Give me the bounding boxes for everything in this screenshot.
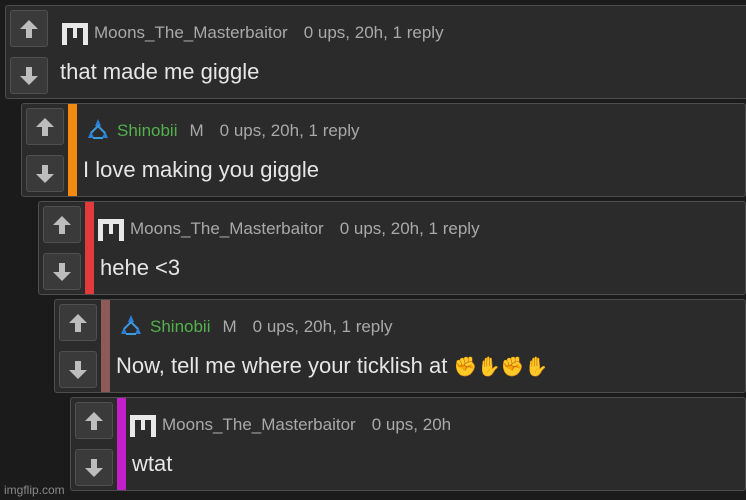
comment-body: Shinobii M 0 ups, 20h, 1 reply I love ma…	[77, 104, 745, 196]
upvote-arrow-icon	[20, 19, 38, 38]
downvote-button[interactable]	[43, 253, 81, 290]
upvote-arrow-icon	[69, 313, 87, 332]
comment-body: Moons_The_Masterbaitor 0 ups, 20h, 1 rep…	[94, 202, 745, 294]
comment-meta: 0 ups, 20h	[371, 415, 452, 434]
thread-stripe	[117, 398, 126, 490]
comment-text: Now, tell me where your ticklish at ✊✋✊✋	[116, 353, 548, 379]
upvote-button[interactable]	[26, 108, 64, 145]
pixel-m-avatar-icon	[98, 219, 124, 241]
comment-header: Moons_The_Masterbaitor 0 ups, 20h, 1 rep…	[96, 214, 480, 244]
comment-4: Shinobii M 0 ups, 20h, 1 reply Now, tell…	[54, 299, 746, 393]
upvote-button[interactable]	[10, 10, 48, 47]
comment-text: hehe <3	[100, 255, 181, 280]
watermark: imgflip.com	[4, 483, 65, 497]
hand-emoji-sequence: ✊✋✊✋	[453, 357, 549, 378]
downvote-button[interactable]	[59, 351, 97, 388]
comment-meta: 0 ups, 20h, 1 reply	[303, 23, 444, 42]
username-link[interactable]: Shinobii	[150, 317, 211, 337]
username-link[interactable]: Moons_The_Masterbaitor	[94, 23, 288, 43]
comment-text: wtat	[132, 451, 173, 476]
thread-stripe	[68, 104, 77, 196]
downvote-arrow-icon	[36, 164, 54, 183]
comment-header: Shinobii M 0 ups, 20h, 1 reply	[83, 116, 360, 146]
downvote-button[interactable]	[10, 57, 48, 94]
vote-column	[55, 300, 101, 392]
username-link[interactable]: Moons_The_Masterbaitor	[162, 415, 356, 435]
mod-badge: M	[222, 317, 237, 336]
comment-header: Moons_The_Masterbaitor 0 ups, 20h, 1 rep…	[60, 18, 444, 48]
comment-meta: 0 ups, 20h, 1 reply	[219, 121, 360, 140]
upvote-button[interactable]	[43, 206, 81, 243]
comment-text-content: Now, tell me where your ticklish at	[116, 353, 448, 378]
comment-5: Moons_The_Masterbaitor 0 ups, 20h wtat	[70, 397, 746, 491]
upvote-arrow-icon	[36, 117, 54, 136]
comment-meta: 0 ups, 20h, 1 reply	[339, 219, 480, 238]
vote-column	[6, 6, 52, 98]
pixel-m-avatar-icon	[62, 23, 88, 45]
downvote-arrow-icon	[20, 66, 38, 85]
downvote-arrow-icon	[69, 360, 87, 379]
vote-column	[71, 398, 117, 490]
downvote-button[interactable]	[75, 449, 113, 486]
comment-header: Moons_The_Masterbaitor 0 ups, 20h	[128, 410, 451, 440]
thread-stripe	[101, 300, 110, 392]
comment-text: that made me giggle	[60, 59, 260, 84]
comment-body: Moons_The_Masterbaitor 0 ups, 20h wtat	[126, 398, 745, 490]
upvote-button[interactable]	[59, 304, 97, 341]
comment-2: Shinobii M 0 ups, 20h, 1 reply I love ma…	[21, 103, 746, 197]
comment-text: I love making you giggle	[83, 157, 320, 182]
downvote-arrow-icon	[85, 458, 103, 477]
vote-column	[22, 104, 68, 196]
upvote-arrow-icon	[85, 411, 103, 430]
mod-badge: M	[189, 121, 204, 140]
comment-body: Shinobii M 0 ups, 20h, 1 reply Now, tell…	[110, 300, 745, 392]
username-link[interactable]: Moons_The_Masterbaitor	[130, 219, 324, 239]
upvote-arrow-icon	[53, 215, 71, 234]
vote-column	[39, 202, 85, 294]
upvote-button[interactable]	[75, 402, 113, 439]
comment-meta: 0 ups, 20h, 1 reply	[252, 317, 393, 336]
thread-stripe	[85, 202, 94, 294]
downvote-button[interactable]	[26, 155, 64, 192]
pixel-m-avatar-icon	[130, 415, 156, 437]
stars-triangle-avatar-icon	[88, 119, 108, 139]
comment-3: Moons_The_Masterbaitor 0 ups, 20h, 1 rep…	[38, 201, 746, 295]
comment-header: Shinobii M 0 ups, 20h, 1 reply	[116, 312, 393, 342]
stars-triangle-avatar-icon	[121, 315, 141, 335]
comment-body: Moons_The_Masterbaitor 0 ups, 20h, 1 rep…	[52, 6, 746, 98]
username-link[interactable]: Shinobii	[117, 121, 178, 141]
comment-1: Moons_The_Masterbaitor 0 ups, 20h, 1 rep…	[5, 5, 746, 99]
downvote-arrow-icon	[53, 262, 71, 281]
